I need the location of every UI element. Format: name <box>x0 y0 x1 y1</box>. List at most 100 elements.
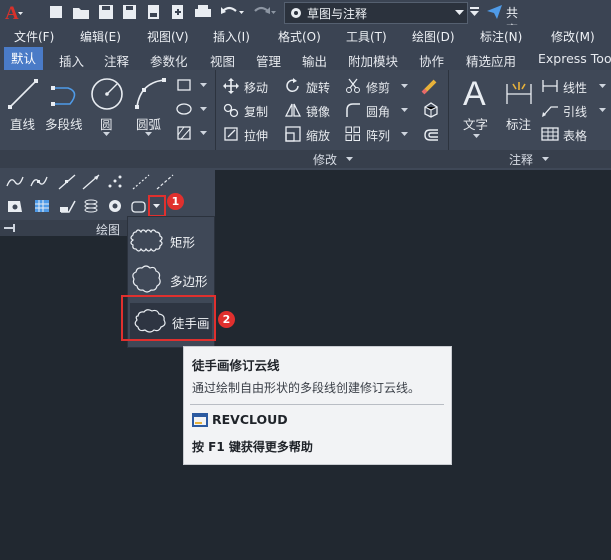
new-file-icon[interactable] <box>48 4 64 24</box>
menu-modify[interactable]: 修改(M) <box>551 28 595 45</box>
measure-icon[interactable] <box>156 174 174 194</box>
scale-button[interactable]: 缩放 <box>285 126 345 144</box>
menu-dimension[interactable]: 标注(N) <box>480 28 522 45</box>
text-button[interactable]: A 文字 <box>459 74 495 138</box>
menu-format[interactable]: 格式(O) <box>278 28 321 45</box>
construction-line-icon[interactable] <box>58 174 76 194</box>
tab-insert[interactable]: 插入 <box>59 51 84 70</box>
copy-icon <box>223 103 239 118</box>
line-button[interactable]: 直线 <box>4 76 42 134</box>
open-folder-icon[interactable] <box>72 4 90 24</box>
polyline-button[interactable]: 多段线 <box>44 76 88 134</box>
wipeout-icon[interactable] <box>33 198 51 218</box>
3d-polyline-icon[interactable] <box>59 198 77 218</box>
explode-icon[interactable] <box>422 101 440 123</box>
app-logo-icon[interactable]: A <box>4 2 24 26</box>
leader-label: 引线 <box>563 105 588 119</box>
customize-quick-access-icon[interactable] <box>470 4 480 23</box>
dimension-button[interactable]: 标注 <box>500 74 538 136</box>
trim-button[interactable]: 修剪 <box>345 78 411 96</box>
rectangle-tool-icon[interactable] <box>176 77 210 96</box>
menu-view[interactable]: 视图(V) <box>147 28 189 45</box>
workspace-select[interactable]: 草图与注释 <box>284 2 468 24</box>
pin-icon[interactable] <box>4 224 18 232</box>
fillet-label: 圆角 <box>366 105 391 119</box>
save-icon[interactable] <box>98 4 114 24</box>
save-as-icon[interactable] <box>122 4 138 24</box>
tooltip-help: 按 F1 键获得更多帮助 <box>192 440 313 454</box>
tab-addins[interactable]: 附加模块 <box>348 51 398 70</box>
spline-fit-icon[interactable] <box>6 174 24 194</box>
undo-icon[interactable] <box>220 4 244 24</box>
menu-draw[interactable]: 绘图(D) <box>412 28 455 45</box>
stretch-button[interactable]: 拉伸 <box>223 126 283 144</box>
spline-cv-icon[interactable] <box>30 174 48 194</box>
menu-tools[interactable]: 工具(T) <box>346 28 387 45</box>
move-button[interactable]: 移动 <box>223 78 283 96</box>
move-icon <box>223 78 239 94</box>
multiple-points-icon[interactable] <box>106 174 124 194</box>
ellipse-tool-icon[interactable] <box>176 101 210 120</box>
linear-dimension-icon <box>542 80 558 92</box>
erase-icon[interactable] <box>421 77 439 99</box>
modify-panel-title[interactable]: 修改 <box>215 150 448 168</box>
text-label: 文字 <box>463 117 489 132</box>
divide-icon[interactable] <box>132 174 150 194</box>
menu-insert[interactable]: 插入(I) <box>213 28 250 45</box>
copy-button[interactable]: 复制 <box>223 102 283 120</box>
hatch-tool-icon[interactable] <box>176 125 210 144</box>
leader-button[interactable]: 引线 <box>541 102 611 120</box>
offset-icon[interactable] <box>422 126 440 148</box>
tab-express-tools[interactable]: Express Too <box>538 51 611 66</box>
svg-text:A: A <box>463 75 486 113</box>
tab-parametric[interactable]: 参数化 <box>150 51 188 70</box>
annotation-panel-title[interactable]: 注释 <box>449 150 611 168</box>
leader-icon <box>542 106 558 117</box>
table-label: 表格 <box>563 129 588 143</box>
open-web-icon[interactable] <box>146 4 162 24</box>
tab-collaborate[interactable]: 协作 <box>419 51 444 70</box>
chevron-down-icon <box>401 132 408 136</box>
gear-icon <box>291 8 301 18</box>
rectangular-label: 矩形 <box>170 235 196 250</box>
tooltip-description: 通过绘制自由形状的多段线创建修订云线。 <box>192 381 421 395</box>
callout-badge-1: 1 <box>167 193 184 210</box>
tab-annotate[interactable]: 注释 <box>104 51 129 70</box>
redo-icon[interactable] <box>252 4 276 24</box>
circle-button[interactable]: 圆 <box>88 76 128 140</box>
linear-label: 线性 <box>563 81 588 95</box>
linear-dimension-button[interactable]: 线性 <box>541 78 611 96</box>
mirror-button[interactable]: 镜像 <box>284 102 345 120</box>
svg-text:A: A <box>5 3 19 24</box>
tab-output[interactable]: 输出 <box>302 51 327 70</box>
publish-icon[interactable] <box>170 4 186 24</box>
tab-manage[interactable]: 管理 <box>256 51 281 70</box>
arc-button[interactable]: 圆弧 <box>130 76 170 140</box>
menu-file[interactable]: 文件(F) <box>14 28 54 45</box>
mirror-label: 镜像 <box>306 105 331 119</box>
menu-edit[interactable]: 编辑(E) <box>80 28 121 45</box>
send-icon <box>487 5 502 19</box>
draw-panel-label: 绘图 <box>96 223 121 237</box>
dimension-icon <box>506 82 532 104</box>
tooltip-title: 徒手画修订云线 <box>192 358 280 373</box>
tab-default[interactable]: 默认 <box>4 47 44 70</box>
table-button[interactable]: 表格 <box>541 126 611 144</box>
plot-icon[interactable] <box>194 4 212 24</box>
donut-icon[interactable] <box>107 198 125 218</box>
helix-icon[interactable] <box>82 198 100 218</box>
tab-view[interactable]: 视图 <box>210 51 235 70</box>
menu-item-polygonal[interactable]: 多边形 <box>130 261 212 297</box>
tab-featured-apps[interactable]: 精选应用 <box>466 51 516 70</box>
array-button[interactable]: 阵列 <box>345 126 411 144</box>
stretch-label: 拉伸 <box>244 129 269 143</box>
circle-label: 圆 <box>100 117 113 132</box>
ribbon-tabs: 默认 插入 注释 参数化 视图 管理 输出 附加模块 协作 精选应用 Expre… <box>0 47 611 71</box>
command-tooltip: 徒手画修订云线 通过绘制自由形状的多段线创建修订云线。 REVCLOUD 按 F… <box>183 346 452 465</box>
fillet-button[interactable]: 圆角 <box>345 102 411 120</box>
rotate-button[interactable]: 旋转 <box>285 78 345 96</box>
region-icon[interactable] <box>6 198 24 218</box>
menu-item-rectangular[interactable]: 矩形 <box>130 223 212 257</box>
ray-icon[interactable] <box>82 174 100 194</box>
chevron-down-icon <box>599 84 606 88</box>
